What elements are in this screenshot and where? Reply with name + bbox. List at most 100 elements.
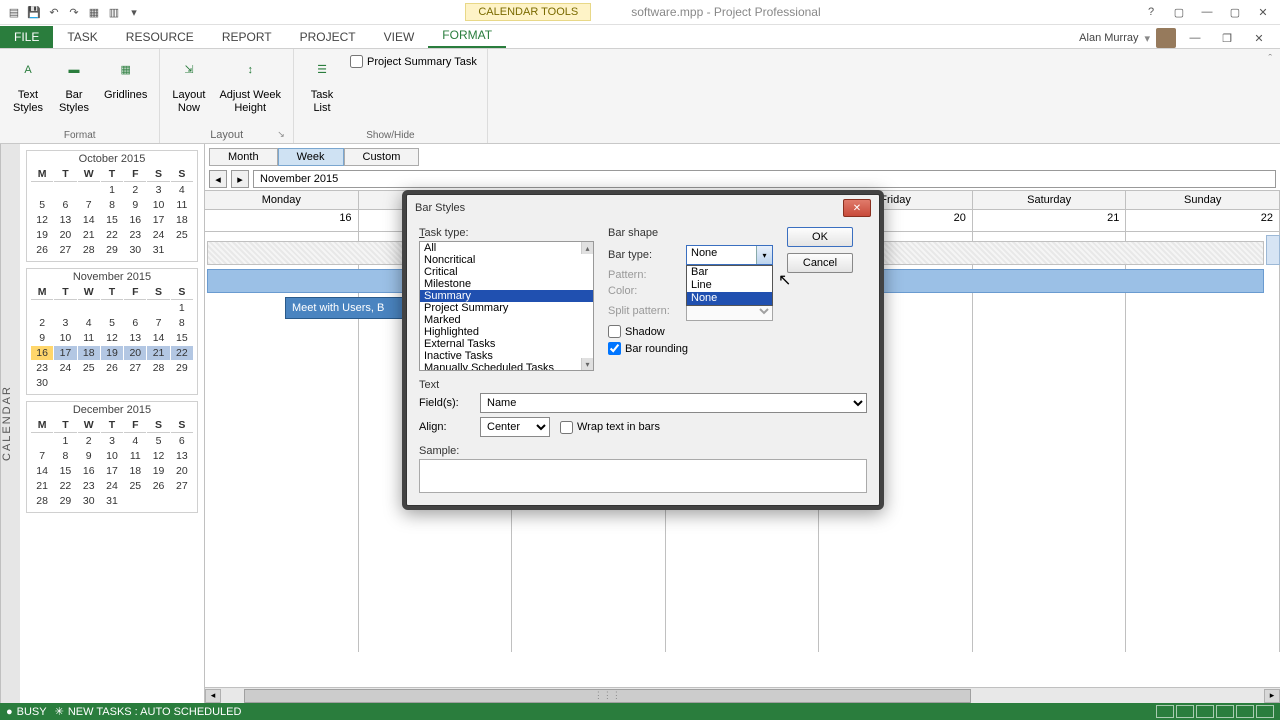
- view-shortcut-icon[interactable]: [1176, 705, 1194, 718]
- undo-icon[interactable]: ↶: [46, 4, 62, 20]
- view-shortcut-icon[interactable]: [1196, 705, 1214, 718]
- status-newtasks[interactable]: ✳NEW TASKS : AUTO SCHEDULED: [55, 705, 242, 718]
- view-shortcut-icon[interactable]: [1256, 705, 1274, 718]
- doc-close-icon[interactable]: ✕: [1246, 28, 1272, 48]
- chevron-down-icon[interactable]: ▾: [756, 246, 772, 264]
- date-cell[interactable]: 21: [973, 210, 1127, 232]
- prev-period-button[interactable]: ◂: [209, 170, 227, 188]
- task-type-option[interactable]: Summary: [420, 290, 593, 302]
- calendar-cell[interactable]: [973, 232, 1127, 652]
- user-name[interactable]: Alan Murray: [1079, 32, 1138, 44]
- task-type-option[interactable]: Manually Scheduled Tasks: [420, 362, 593, 371]
- layout-now-icon: ⇲: [173, 55, 205, 87]
- quick-access-toolbar: ▤ 💾 ↶ ↷ ▦ ▥ ▾: [0, 4, 148, 20]
- layout-now-button[interactable]: ⇲Layout Now: [166, 53, 211, 117]
- mini-calendar[interactable]: October 2015MTWTFSS123456789101112131415…: [26, 150, 198, 262]
- ribbon-opts-icon[interactable]: ▢: [1166, 2, 1192, 22]
- fields-dropdown[interactable]: Name: [480, 393, 867, 413]
- cancel-button[interactable]: Cancel: [787, 253, 853, 273]
- task-type-option[interactable]: Noncritical: [420, 254, 593, 266]
- bar-type-option[interactable]: None: [687, 292, 772, 305]
- bar-styles-button[interactable]: ▬Bar Styles: [52, 53, 96, 117]
- doc-restore-icon[interactable]: ❐: [1214, 28, 1240, 48]
- bar-type-options: BarLineNone: [686, 265, 773, 306]
- ribbon-tabs: FILE TASKRESOURCEREPORTPROJECTVIEWFORMAT…: [0, 25, 1280, 49]
- mini-calendar[interactable]: December 2015MTWTFSS12345678910111213141…: [26, 401, 198, 513]
- view-button-week[interactable]: Week: [278, 148, 344, 166]
- scroll-up-icon[interactable]: ▴: [581, 242, 593, 254]
- horizontal-scrollbar[interactable]: ◂ ⋮⋮⋮ ▸: [205, 687, 1280, 703]
- next-period-button[interactable]: ▸: [231, 170, 249, 188]
- ok-button[interactable]: OK: [787, 227, 853, 247]
- scroll-left-icon[interactable]: ◂: [205, 689, 221, 703]
- task-type-option[interactable]: Project Summary: [420, 302, 593, 314]
- task-type-option[interactable]: External Tasks: [420, 338, 593, 350]
- group-label: Show/Hide: [300, 129, 481, 141]
- task-type-option[interactable]: Highlighted: [420, 326, 593, 338]
- adjust-week-button[interactable]: ↕Adjust Week Height: [213, 53, 287, 117]
- shadow-checkbox[interactable]: Shadow: [608, 325, 773, 338]
- scroll-right-icon[interactable]: ▸: [1264, 689, 1280, 703]
- view-shortcut-icon[interactable]: [1236, 705, 1254, 718]
- dialog-launcher-icon[interactable]: ↘: [275, 129, 287, 141]
- adjust-week-icon: ↕: [234, 55, 266, 87]
- ribbon-tab-report[interactable]: REPORT: [208, 26, 286, 48]
- chevron-down-icon[interactable]: ▾: [1144, 32, 1150, 45]
- task-type-list[interactable]: ▴ ▾ AllNoncriticalCriticalMilestoneSumma…: [419, 241, 594, 371]
- task-type-option[interactable]: Marked: [420, 314, 593, 326]
- ribbon-tab-task[interactable]: TASK: [53, 26, 111, 48]
- view-shortcut-icon[interactable]: [1156, 705, 1174, 718]
- date-cell[interactable]: 22: [1126, 210, 1280, 232]
- bar-rounding-checkbox[interactable]: Bar rounding: [608, 342, 773, 355]
- project-icon: ▤: [6, 4, 22, 20]
- gridlines-button[interactable]: ▦Gridlines: [98, 53, 153, 104]
- text-styles-button[interactable]: AText Styles: [6, 53, 50, 117]
- doc-minimize-icon[interactable]: —: [1182, 28, 1208, 48]
- mini-calendar[interactable]: November 2015MTWTFSS12345678910111213141…: [26, 268, 198, 395]
- task-type-option[interactable]: All: [420, 242, 593, 254]
- qat-btn[interactable]: ▦: [86, 4, 102, 20]
- app-title: software.mpp - Project Professional: [631, 5, 820, 19]
- qat-btn[interactable]: ▥: [106, 4, 122, 20]
- calendar-cell[interactable]: [205, 232, 359, 652]
- collapse-ribbon-icon[interactable]: ˆ: [1260, 49, 1280, 69]
- ribbon-tab-format[interactable]: FORMAT: [428, 24, 506, 48]
- ribbon-tab-resource[interactable]: RESOURCE: [112, 26, 208, 48]
- vertical-scrollbar[interactable]: [1266, 235, 1280, 265]
- scroll-thumb[interactable]: ⋮⋮⋮: [244, 689, 971, 703]
- dialog-close-button[interactable]: ✕: [843, 199, 871, 217]
- ribbon-tab-view[interactable]: VIEW: [370, 26, 429, 48]
- date-cell[interactable]: 16: [205, 210, 359, 232]
- title-bar: ▤ 💾 ↶ ↷ ▦ ▥ ▾ CALENDAR TOOLS software.mp…: [0, 0, 1280, 25]
- bar-type-option[interactable]: Bar: [687, 266, 772, 279]
- align-dropdown[interactable]: Center: [480, 417, 550, 437]
- redo-icon[interactable]: ↷: [66, 4, 82, 20]
- project-summary-checkbox[interactable]: Project Summary Task: [346, 53, 481, 70]
- scroll-down-icon[interactable]: ▾: [581, 358, 593, 370]
- view-button-month[interactable]: Month: [209, 148, 278, 166]
- file-tab[interactable]: FILE: [0, 26, 53, 48]
- close-icon[interactable]: ✕: [1250, 2, 1276, 22]
- ribbon: AText Styles ▬Bar Styles ▦Gridlines Form…: [0, 49, 1280, 144]
- view-shortcut-icon[interactable]: [1216, 705, 1234, 718]
- ribbon-tab-project[interactable]: PROJECT: [286, 26, 370, 48]
- wrap-text-checkbox[interactable]: Wrap text in bars: [560, 421, 660, 434]
- view-rail[interactable]: CALENDAR: [0, 144, 20, 703]
- qat-customize-icon[interactable]: ▾: [126, 4, 142, 20]
- maximize-icon[interactable]: ▢: [1222, 2, 1248, 22]
- task-type-option[interactable]: Critical: [420, 266, 593, 278]
- gridlines-icon: ▦: [110, 55, 142, 87]
- task-type-option[interactable]: Milestone: [420, 278, 593, 290]
- avatar[interactable]: [1156, 28, 1176, 48]
- view-button-custom[interactable]: Custom: [344, 148, 420, 166]
- calendar-cell[interactable]: [1126, 232, 1280, 652]
- save-icon[interactable]: 💾: [26, 4, 42, 20]
- period-label[interactable]: November 2015: [253, 170, 1276, 188]
- bar-type-dropdown[interactable]: None ▾ BarLineNone: [686, 245, 773, 265]
- bar-type-option[interactable]: Line: [687, 279, 772, 292]
- help-icon[interactable]: ?: [1138, 2, 1164, 22]
- dialog-title: Bar Styles: [415, 202, 465, 214]
- task-type-option[interactable]: Inactive Tasks: [420, 350, 593, 362]
- minimize-icon[interactable]: —: [1194, 2, 1220, 22]
- task-list-button[interactable]: ☰Task List: [300, 53, 344, 117]
